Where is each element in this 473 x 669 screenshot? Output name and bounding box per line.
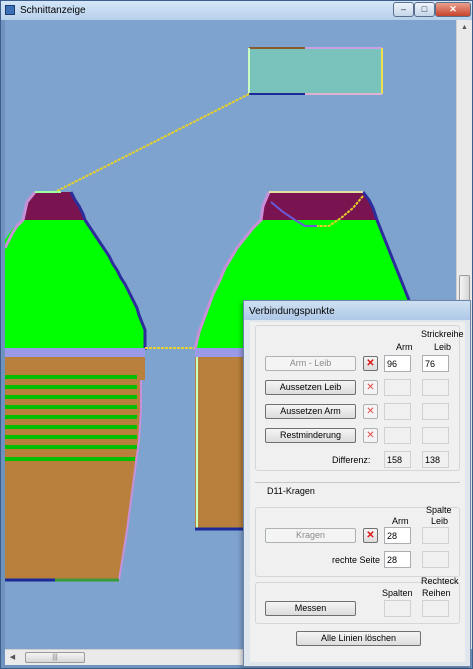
teal-rectangle	[249, 48, 382, 94]
aussetzen-arm-clear-x-icon[interactable]: ✕	[363, 404, 378, 419]
divider	[255, 482, 460, 483]
restminderung-arm-field[interactable]	[384, 427, 411, 444]
reihen-col-header: Reihen	[422, 588, 451, 598]
title-bar[interactable]: Schnittanzeige – □ ✕	[1, 1, 472, 20]
arm-leib-button[interactable]: Arm - Leib	[265, 356, 356, 371]
strickreihe-header: Strickreihe	[421, 329, 464, 339]
kragen-clear-x-icon[interactable]: ✕	[363, 528, 378, 543]
arm-leib-clear-x-icon[interactable]: ✕	[363, 356, 378, 371]
strickreihe-group: Strickreihe Arm Leib Arm - Leib ✕ 96 76 …	[255, 325, 464, 471]
minimize-button[interactable]: –	[393, 2, 414, 17]
scroll-up-arrow-icon[interactable]: ▲	[457, 20, 472, 36]
d11-kragen-label: D11-Kragen	[267, 486, 315, 496]
connection-line	[54, 93, 250, 193]
clear-all-lines-button[interactable]: Alle Linien löschen	[296, 631, 421, 646]
differenz-leib-value: 138	[422, 451, 449, 468]
rechte-seite-arm-field[interactable]: 28	[384, 551, 411, 568]
aussetzen-leib-arm-field[interactable]	[384, 379, 411, 396]
kragen-arm-col-header: Arm	[392, 516, 409, 526]
spalten-col-header: Spalten	[382, 588, 413, 598]
kragen-arm-field[interactable]: 28	[384, 527, 411, 544]
arm-leib-leib-field[interactable]: 76	[422, 355, 449, 372]
aussetzen-arm-button[interactable]: Aussetzen Arm	[265, 404, 356, 419]
arm-leib-arm-field[interactable]: 96	[384, 355, 411, 372]
panel-title-bar[interactable]: Verbindungspunkte	[244, 301, 470, 320]
messen-button[interactable]: Messen	[265, 601, 356, 616]
restminderung-leib-field[interactable]	[422, 427, 449, 444]
restminderung-button[interactable]: Restminderung	[265, 428, 356, 443]
verbindungspunkte-panel: Verbindungspunkte Strickreihe Arm Leib A…	[243, 300, 471, 667]
rechte-seite-leib-field[interactable]	[422, 551, 449, 568]
kragen-group: Spalte Arm Leib Kragen ✕ 28 rechte Seite…	[255, 505, 460, 577]
spalten-value	[384, 600, 411, 617]
rechte-seite-label: rechte Seite	[332, 555, 381, 565]
aussetzen-leib-clear-x-icon[interactable]: ✕	[363, 380, 378, 395]
leib-col-header: Leib	[434, 342, 452, 352]
differenz-label: Differenz:	[332, 455, 371, 465]
horizontal-scroll-thumb[interactable]: |||	[25, 652, 85, 663]
restminderung-clear-x-icon[interactable]: ✕	[363, 428, 378, 443]
aussetzen-leib-button[interactable]: Aussetzen Leib	[265, 380, 356, 395]
close-button[interactable]: ✕	[435, 2, 471, 17]
maximize-button[interactable]: □	[414, 2, 435, 17]
aussetzen-leib-leib-field[interactable]	[422, 379, 449, 396]
window-title: Schnittanzeige	[20, 5, 86, 16]
differenz-arm-value: 158	[384, 451, 411, 468]
aussetzen-arm-arm-field[interactable]	[384, 403, 411, 420]
left-piece	[5, 191, 195, 582]
aussetzen-arm-leib-field[interactable]	[422, 403, 449, 420]
kragen-leib-field[interactable]	[422, 527, 449, 544]
kragen-leib-col-header: Leib	[431, 516, 449, 526]
panel-title: Verbindungspunkte	[249, 306, 335, 317]
reihen-value	[422, 600, 449, 617]
panel-body: Strickreihe Arm Leib Arm - Leib ✕ 96 76 …	[250, 322, 465, 662]
spalte-header: Spalte	[426, 505, 452, 515]
rechteck-header: Rechteck	[421, 576, 459, 586]
kragen-button[interactable]: Kragen	[265, 528, 356, 543]
arm-col-header: Arm	[396, 342, 413, 352]
scroll-left-arrow-icon[interactable]: ◀	[5, 650, 20, 666]
app-icon	[5, 5, 15, 15]
rechteck-group: Rechteck Spalten Reihen Messen	[255, 576, 460, 624]
